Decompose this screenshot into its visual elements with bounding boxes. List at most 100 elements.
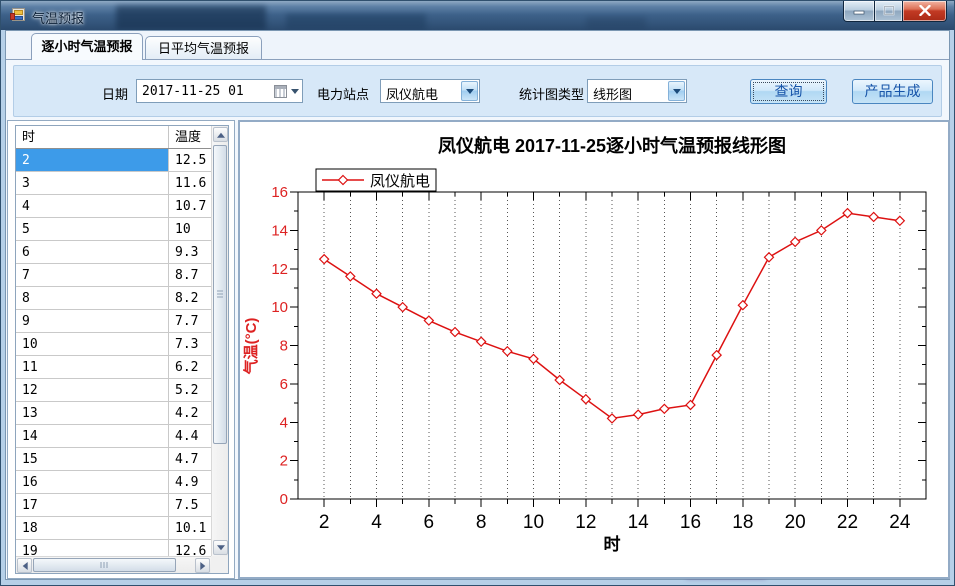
vertical-scrollbar-thumb[interactable] [213, 145, 227, 444]
minimize-button[interactable] [843, 1, 875, 22]
maximize-icon [883, 5, 895, 16]
scroll-down-button[interactable] [213, 540, 228, 555]
cell-hour[interactable]: 13 [16, 402, 169, 424]
cell-temperature[interactable]: 10.7 [169, 195, 211, 217]
column-header-hour[interactable]: 时 [16, 126, 169, 148]
table-row[interactable]: 177.5 [16, 494, 211, 517]
svg-text:4: 4 [280, 414, 288, 431]
cell-hour[interactable]: 17 [16, 494, 169, 516]
date-dropdown-arrow-icon[interactable] [291, 89, 299, 98]
cell-hour[interactable]: 6 [16, 241, 169, 263]
station-value: 凤仪航电 [386, 84, 438, 103]
table-row[interactable]: 88.2 [16, 287, 211, 310]
horizontal-scrollbar-thumb[interactable] [33, 558, 176, 572]
scroll-left-button[interactable] [17, 558, 32, 573]
cell-hour[interactable]: 8 [16, 287, 169, 309]
cell-temperature[interactable]: 7.7 [169, 310, 211, 332]
grid-header: 时 温度 [16, 126, 211, 149]
chart-ylabel: 气温(°C) [242, 318, 260, 376]
table-row[interactable]: 212.5 [16, 149, 211, 172]
cell-temperature[interactable]: 11.6 [169, 172, 211, 194]
cell-temperature[interactable]: 10 [169, 218, 211, 240]
svg-text:16: 16 [271, 184, 288, 201]
table-row[interactable]: 107.3 [16, 333, 211, 356]
cell-temperature[interactable]: 6.2 [169, 356, 211, 378]
table-row[interactable]: 144.4 [16, 425, 211, 448]
cell-hour[interactable]: 3 [16, 172, 169, 194]
chart-type-combobox[interactable]: 线形图 [587, 79, 687, 103]
horizontal-scrollbar[interactable] [16, 556, 211, 573]
table-row[interactable]: 69.3 [16, 241, 211, 264]
chevron-down-icon [466, 89, 474, 98]
caption-buttons [843, 1, 947, 22]
calendar-icon [274, 85, 287, 98]
svg-text:0: 0 [280, 491, 288, 508]
cell-temperature[interactable]: 7.3 [169, 333, 211, 355]
query-button[interactable]: 查询 [750, 79, 827, 104]
chart-type-dropdown-button[interactable] [668, 81, 685, 101]
svg-text:8: 8 [280, 338, 288, 355]
glass-blur-artifact [586, 17, 646, 30]
titlebar[interactable]: 气温预报 [1, 1, 954, 30]
svg-text:20: 20 [785, 512, 806, 533]
cell-hour[interactable]: 7 [16, 264, 169, 286]
table-row[interactable]: 311.6 [16, 172, 211, 195]
column-header-temperature[interactable]: 温度 [169, 126, 211, 148]
cell-hour[interactable]: 18 [16, 517, 169, 539]
chart-xlabel: 时 [604, 535, 621, 554]
tab-daily-average-forecast[interactable]: 日平均气温预报 [145, 36, 262, 60]
cell-temperature[interactable]: 10.1 [169, 517, 211, 539]
table-row[interactable]: 134.2 [16, 402, 211, 425]
cell-temperature[interactable]: 12.6 [169, 540, 211, 556]
cell-temperature[interactable]: 12.5 [169, 149, 211, 171]
table-row[interactable]: 1912.6 [16, 540, 211, 556]
cell-temperature[interactable]: 8.7 [169, 264, 211, 286]
cell-hour[interactable]: 19 [16, 540, 169, 556]
cell-hour[interactable]: 10 [16, 333, 169, 355]
scroll-up-button[interactable] [213, 127, 228, 142]
scrollbar-corner [211, 556, 228, 573]
table-row[interactable]: 125.2 [16, 379, 211, 402]
scroll-right-button[interactable] [195, 558, 210, 573]
cell-hour[interactable]: 2 [16, 149, 169, 171]
cell-hour[interactable]: 14 [16, 425, 169, 447]
date-picker[interactable]: 2017-11-25 01 [136, 79, 303, 103]
table-row[interactable]: 410.7 [16, 195, 211, 218]
cell-temperature[interactable]: 4.7 [169, 448, 211, 470]
cell-temperature[interactable]: 4.9 [169, 471, 211, 493]
cell-temperature[interactable]: 4.2 [169, 402, 211, 424]
station-combobox[interactable]: 凤仪航电 [380, 79, 480, 103]
svg-text:8: 8 [476, 512, 487, 533]
cell-temperature[interactable]: 5.2 [169, 379, 211, 401]
cell-hour[interactable]: 11 [16, 356, 169, 378]
chart-type-label: 统计图类型 [519, 84, 584, 103]
maximize-button[interactable] [875, 1, 902, 22]
svg-text:10: 10 [271, 299, 288, 316]
tab-hourly-forecast[interactable]: 逐小时气温预报 [31, 33, 143, 60]
svg-text:12: 12 [271, 261, 288, 278]
table-row[interactable]: 510 [16, 218, 211, 241]
station-dropdown-button[interactable] [461, 81, 478, 101]
table-row[interactable]: 1810.1 [16, 517, 211, 540]
generate-product-button[interactable]: 产品生成 [852, 79, 933, 104]
table-row[interactable]: 116.2 [16, 356, 211, 379]
cell-hour[interactable]: 9 [16, 310, 169, 332]
cell-temperature[interactable]: 4.4 [169, 425, 211, 447]
arrow-right-icon [200, 562, 209, 570]
svg-text:10: 10 [523, 512, 544, 533]
cell-temperature[interactable]: 8.2 [169, 287, 211, 309]
cell-hour[interactable]: 5 [16, 218, 169, 240]
cell-temperature[interactable]: 9.3 [169, 241, 211, 263]
cell-hour[interactable]: 12 [16, 379, 169, 401]
cell-temperature[interactable]: 7.5 [169, 494, 211, 516]
cell-hour[interactable]: 15 [16, 448, 169, 470]
table-row[interactable]: 97.7 [16, 310, 211, 333]
close-button[interactable] [902, 1, 947, 22]
table-row[interactable]: 164.9 [16, 471, 211, 494]
tab-page: 日期 2017-11-25 01 电力站点 凤仪航电 统计图类型 [6, 59, 949, 579]
cell-hour[interactable]: 16 [16, 471, 169, 493]
table-row[interactable]: 78.7 [16, 264, 211, 287]
cell-hour[interactable]: 4 [16, 195, 169, 217]
table-row[interactable]: 154.7 [16, 448, 211, 471]
vertical-scrollbar[interactable] [211, 126, 228, 556]
